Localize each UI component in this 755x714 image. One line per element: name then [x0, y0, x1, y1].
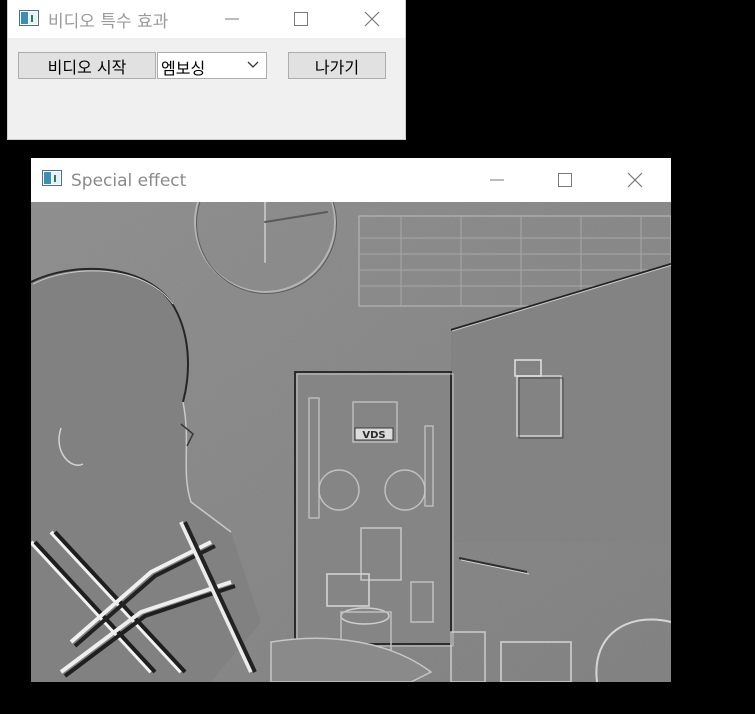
chevron-down-icon: [247, 61, 259, 68]
start-video-label: 비디오 시작: [47, 57, 127, 77]
window-app-icon: [19, 10, 39, 26]
maximize-button[interactable]: [531, 158, 599, 202]
close-button[interactable]: [342, 0, 402, 38]
video-frame: VDS: [31, 202, 671, 682]
vds-box: VDS: [294, 371, 454, 647]
exit-label: 나가기: [314, 57, 360, 77]
maximize-button[interactable]: [271, 0, 331, 38]
maximize-icon: [558, 173, 572, 187]
embossed-frame-image: VDS: [31, 202, 671, 682]
effect-window: Special effect VDS: [31, 158, 671, 682]
effect-select-value: 엠보싱: [161, 59, 206, 78]
close-icon: [627, 172, 643, 188]
start-video-button[interactable]: 비디오 시작: [18, 52, 156, 79]
control-window-titlebar[interactable]: 비디오 특수 효과: [8, 0, 405, 38]
close-button[interactable]: [601, 158, 669, 202]
maximize-icon: [294, 12, 308, 26]
window-app-icon: [42, 170, 62, 186]
window-title: 비디오 특수 효과: [48, 12, 169, 32]
effect-select[interactable]: 엠보싱: [157, 52, 267, 79]
minimize-icon: [225, 18, 239, 20]
minimize-icon: [490, 179, 504, 181]
exit-button[interactable]: 나가기: [288, 52, 386, 79]
control-window: 비디오 특수 효과 비디오 시작 엠보싱 나가기: [7, 0, 406, 140]
close-icon: [364, 11, 380, 27]
window-title: Special effect: [71, 171, 187, 191]
minimize-button[interactable]: [463, 158, 531, 202]
vds-label: VDS: [362, 430, 385, 441]
effect-window-titlebar[interactable]: Special effect: [31, 158, 671, 202]
minimize-button[interactable]: [202, 0, 262, 38]
